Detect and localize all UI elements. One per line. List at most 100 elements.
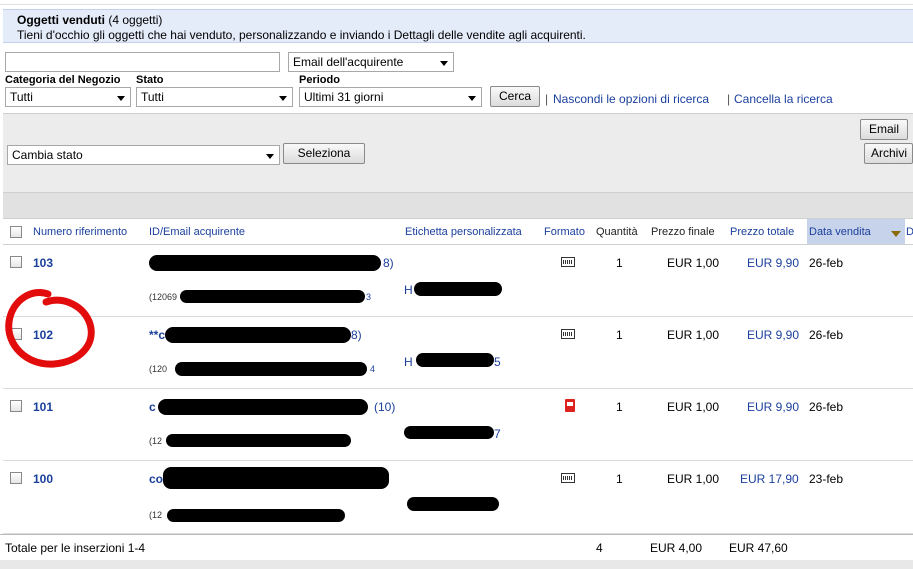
quantity: 1: [616, 256, 623, 270]
table-row: 101 c (10) (12 7 1 EUR 1,00 EUR 9,90 26-…: [3, 389, 913, 461]
ref-number-link[interactable]: 101: [33, 400, 53, 414]
stato-label: Stato: [136, 74, 164, 86]
col-final-price: Prezzo finale: [651, 226, 715, 238]
redaction-mark: [414, 282, 502, 296]
quantity: 1: [616, 472, 623, 486]
buyer-sub-id: (120: [149, 364, 168, 374]
archive-button[interactable]: Archivi: [864, 143, 913, 164]
store-icon: [565, 399, 575, 412]
categoria-label: Categoria del Negozio: [5, 74, 121, 86]
buyer-feedback: 8): [351, 328, 362, 342]
bottom-toolbar: [0, 560, 913, 569]
toolbar-divider: [3, 193, 913, 219]
buyer-id-link[interactable]: **c: [149, 328, 165, 342]
final-price: EUR 1,00: [667, 256, 720, 270]
ref-number-link[interactable]: 103: [33, 256, 53, 270]
red-circle-annotation: [5, 289, 95, 368]
table-row: 102 **c 8) (120 4 H 5 1 EUR 1,00 EUR 9,9…: [3, 317, 913, 389]
fixed-price-icon: [561, 329, 575, 339]
custom-label-tail: 5: [494, 355, 501, 369]
search-input[interactable]: [5, 52, 280, 72]
totals-row: Totale per le inserzioni 1-4 4 EUR 4,00 …: [0, 534, 913, 560]
top-strip: [0, 0, 913, 5]
chevron-down-icon: [279, 96, 287, 101]
buyer-sub-id-tail: 3: [366, 292, 372, 302]
chevron-down-icon: [468, 96, 476, 101]
redaction-mark: [175, 362, 367, 376]
row-checkbox[interactable]: [10, 400, 22, 412]
quantity: 1: [616, 328, 623, 342]
total-price-link[interactable]: EUR 9,90: [747, 328, 799, 342]
change-status-select[interactable]: Cambia stato: [7, 145, 280, 165]
page-header: Oggetti venduti (4 oggetti) Tieni d'occh…: [3, 9, 913, 43]
row-checkbox[interactable]: [10, 256, 22, 268]
page-description: Tieni d'occhio gli oggetti che hai vendu…: [17, 28, 586, 42]
col-qty: Quantità: [596, 226, 638, 238]
chevron-down-icon: [266, 154, 274, 159]
col-format[interactable]: Formato: [544, 226, 585, 238]
buyer-sub-id-tail: 4: [370, 364, 376, 374]
separator: |: [727, 92, 731, 106]
final-price: EUR 1,00: [667, 400, 720, 414]
redaction-mark: [404, 426, 494, 439]
col-label[interactable]: Etichetta personalizzata: [405, 226, 522, 238]
redaction-mark: [149, 255, 381, 271]
final-price: EUR 1,00: [667, 328, 720, 342]
redaction-mark: [165, 327, 351, 343]
fixed-price-icon: [561, 257, 575, 267]
final-price: EUR 1,00: [667, 472, 720, 486]
table-row: 103 8) (12069 3 H 1 EUR 1,00 EUR 9,90 26…: [3, 245, 913, 317]
stato-select[interactable]: Tutti: [136, 87, 293, 107]
total-price-link[interactable]: EUR 9,90: [747, 400, 799, 414]
cancel-search-link[interactable]: Cancella la ricerca: [734, 92, 833, 106]
redaction-mark: [416, 353, 494, 367]
sale-date: 23-feb: [809, 472, 844, 486]
col-total-price[interactable]: Prezzo totale: [730, 226, 794, 238]
ref-number-link[interactable]: 100: [33, 472, 53, 486]
totals-label: Totale per le inserzioni 1-4: [5, 541, 146, 555]
col-extra[interactable]: D: [906, 226, 913, 238]
chevron-down-icon: [440, 61, 448, 66]
buyer-sub-id: (12: [149, 436, 163, 446]
buyer-feedback: 8): [383, 256, 394, 270]
totals-final-price: EUR 4,00: [650, 541, 703, 555]
col-ref[interactable]: Numero riferimento: [33, 226, 127, 238]
page-title: Oggetti venduti (4 oggetti): [17, 13, 163, 27]
custom-label[interactable]: H: [404, 355, 413, 369]
buyer-sub-id: (12: [149, 510, 163, 520]
sale-date: 26-feb: [809, 400, 844, 414]
separator: |: [545, 92, 549, 106]
sort-desc-icon: [891, 231, 901, 237]
total-price-link[interactable]: EUR 17,90: [740, 472, 799, 486]
buyer-id-link[interactable]: c: [149, 400, 156, 414]
categoria-select[interactable]: Tutti: [5, 87, 131, 107]
email-button[interactable]: Email: [860, 119, 908, 140]
sale-date: 26-feb: [809, 256, 844, 270]
buyer-feedback: (10): [374, 400, 396, 414]
select-all-checkbox[interactable]: [10, 226, 22, 238]
item-count: (4 oggetti): [108, 13, 163, 27]
redaction-mark: [407, 497, 499, 511]
table-header: Numero riferimento ID/Email acquirente E…: [3, 219, 913, 245]
buyer-id-link[interactable]: co: [149, 472, 163, 486]
search-field-select[interactable]: Email dell'acquirente: [288, 52, 454, 72]
hide-search-options-link[interactable]: Nascondi le opzioni di ricerca: [553, 92, 709, 106]
seleziona-button[interactable]: Seleziona: [283, 143, 365, 164]
redaction-mark: [180, 290, 365, 303]
periodo-select[interactable]: Ultimi 31 giorni: [299, 87, 482, 107]
buyer-sub-id: (12069: [149, 292, 178, 302]
cerca-button[interactable]: Cerca: [490, 86, 540, 107]
col-buyer[interactable]: ID/Email acquirente: [149, 226, 245, 238]
redaction-mark: [167, 509, 345, 522]
redaction-mark: [166, 434, 351, 447]
chevron-down-icon: [117, 96, 125, 101]
row-checkbox[interactable]: [10, 472, 22, 484]
custom-label-tail: 7: [494, 427, 501, 441]
col-sale-date[interactable]: Data vendita: [809, 226, 871, 238]
custom-label[interactable]: H: [404, 283, 413, 297]
totals-total-price: EUR 47,60: [729, 541, 788, 555]
redaction-mark: [163, 467, 389, 489]
totals-qty: 4: [596, 541, 603, 555]
sale-date: 26-feb: [809, 328, 844, 342]
total-price-link[interactable]: EUR 9,90: [747, 256, 799, 270]
